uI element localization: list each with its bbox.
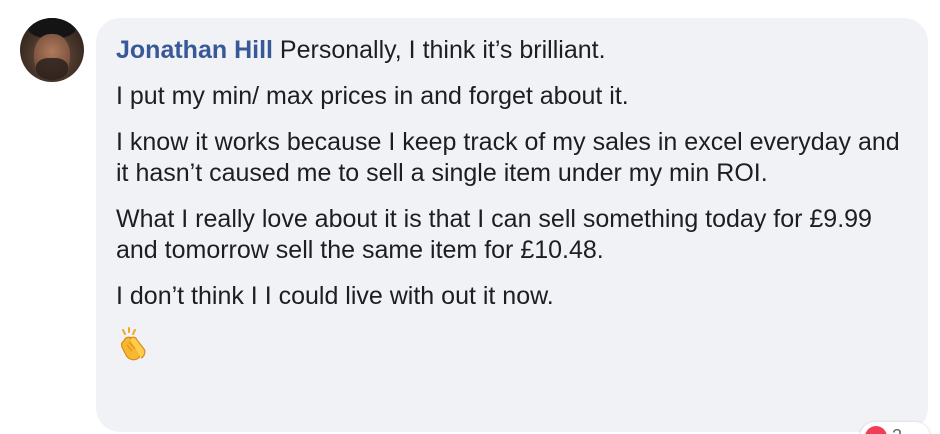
reaction-count: 2: [892, 426, 902, 434]
comment: Jonathan Hill Personally, I think it’s b…: [0, 0, 940, 434]
comment-paragraph: I know it works because I keep track of …: [116, 128, 900, 187]
comment-paragraph: What I really love about it is that I ca…: [116, 205, 872, 264]
comment-bubble: Jonathan Hill Personally, I think it’s b…: [96, 18, 928, 432]
clapping-hands-icon: [121, 327, 146, 361]
heart-icon: [865, 426, 887, 434]
author-name-link[interactable]: Jonathan Hill: [116, 36, 273, 64]
reaction-badge[interactable]: 2: [860, 422, 930, 434]
comment-first-paragraph: Jonathan Hill Personally, I think it’s b…: [116, 35, 908, 66]
comment-paragraph: I don’t think I I could live with out it…: [116, 282, 554, 310]
comment-first-line: Personally, I think it’s brilliant.: [279, 36, 606, 64]
avatar[interactable]: [20, 18, 84, 82]
avatar-beard: [36, 58, 68, 80]
comment-paragraph: I put my min/ max prices in and forget a…: [116, 82, 629, 110]
